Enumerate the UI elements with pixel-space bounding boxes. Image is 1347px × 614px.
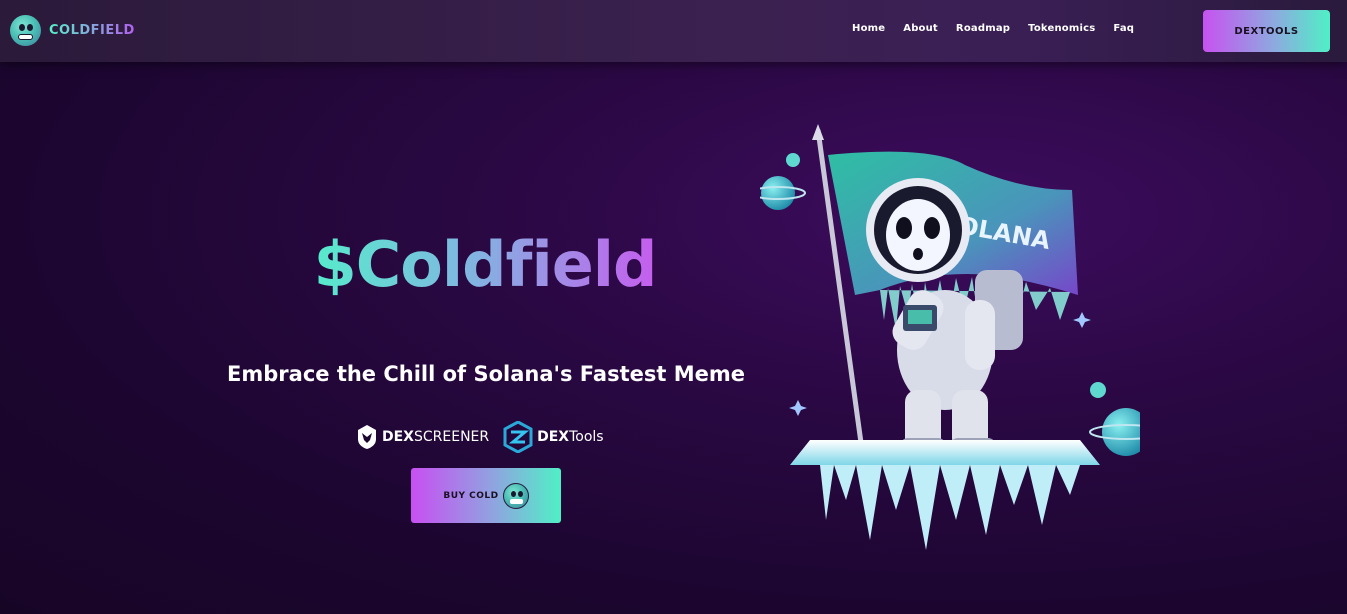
brand-name: COLDFIELD: [49, 22, 135, 38]
menu-item-roadmap[interactable]: Roadmap: [956, 23, 1010, 34]
astronaut-illustration: SOLANA: [760, 124, 1140, 550]
menu-item-about[interactable]: About: [903, 23, 938, 34]
partner-logos: DEXSCREENER DEXTools: [356, 421, 606, 453]
sparkle-icon: [1073, 312, 1091, 328]
dextools-link[interactable]: DEXTools: [503, 421, 604, 453]
planet-right: [1102, 408, 1140, 456]
moon-small: [786, 153, 800, 167]
buy-cold-button[interactable]: BUY COLD: [411, 468, 561, 523]
menu-item-faq[interactable]: Faq: [1113, 23, 1134, 34]
dexscreener-link[interactable]: DEXSCREENER: [356, 424, 489, 450]
menu-item-tokenomics[interactable]: Tokenomics: [1028, 23, 1095, 34]
main-menu: Home About Roadmap Tokenomics Faq: [852, 23, 1152, 34]
dextools-icon: [503, 421, 533, 453]
dexscreener-label: DEXSCREENER: [382, 429, 490, 445]
planet-left: [761, 176, 795, 210]
coldfield-face-icon: [10, 14, 41, 46]
top-navbar: COLDFIELD Home About Roadmap Tokenomics …: [0, 0, 1347, 62]
buy-cold-label: BUY COLD: [443, 490, 499, 501]
coldfield-face-icon: [502, 482, 529, 509]
ice-block: [790, 440, 1100, 465]
dexscreener-icon: [358, 425, 376, 449]
sparkle-icon: [789, 400, 807, 416]
brand-logo[interactable]: COLDFIELD: [10, 14, 135, 46]
dextools-button[interactable]: DEXTOOLS: [1203, 10, 1330, 52]
moon-right: [1090, 382, 1106, 398]
hero-subtitle: Embrace the Chill of Solana's Fastest Me…: [227, 362, 745, 386]
menu-item-home[interactable]: Home: [852, 23, 885, 34]
hero-title: $Coldfield: [285, 225, 685, 305]
dextools-label: DEXTools: [537, 429, 604, 445]
